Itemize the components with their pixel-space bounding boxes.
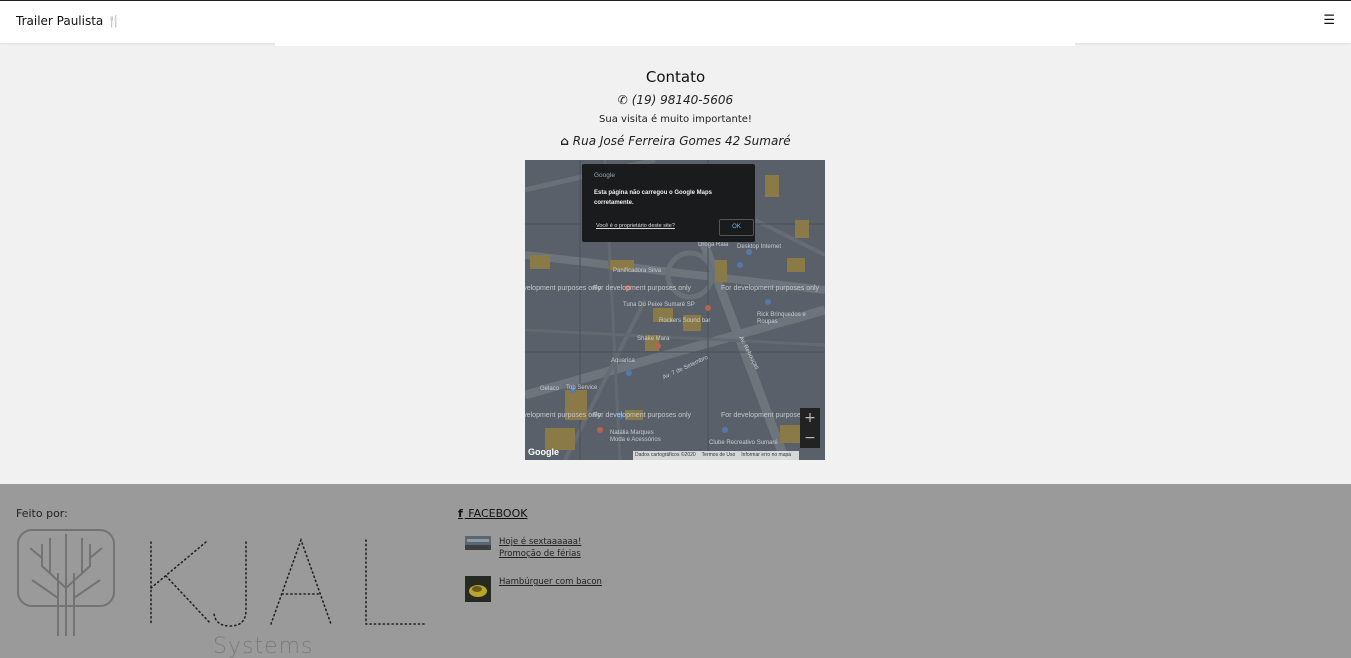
terms-link[interactable]: Termos de Uso: [702, 452, 736, 458]
utensils-icon: 🍴: [107, 15, 121, 28]
logo-subtitle: Systems: [213, 634, 314, 658]
dev-watermark: For development purposes only: [593, 285, 692, 292]
header-divider: [275, 43, 1075, 46]
owner-link[interactable]: Você é o proprietário deste site?: [596, 223, 675, 229]
map-attribution: Dados cartográficos ©2020 Termos de Uso In…: [633, 451, 800, 460]
ok-button[interactable]: OK: [719, 219, 754, 236]
dev-watermark: For development purposes only: [593, 412, 692, 419]
brand-name: Trailer Paulista: [16, 14, 104, 28]
report-error-link[interactable]: Informar erro no mapa: [741, 452, 791, 458]
map-label-top-service: Top Service: [566, 385, 598, 391]
zoom-in-button[interactable]: +: [800, 408, 820, 428]
top-navbar: Trailer Paulista 🍴 ☰: [0, 0, 1351, 43]
map-data-credit: Dados cartográficos ©2020: [635, 452, 696, 458]
address-line: ⌂ Rua José Ferreira Gomes 42 Sumaré: [0, 132, 1351, 150]
map-label-desktop: Desktop Internet: [737, 244, 782, 250]
footer: Feito por: Systems f FACEBOOK Hoje é sex…: [0, 484, 1351, 658]
post-thumbnail: [465, 576, 491, 602]
post-title[interactable]: Hambúrguer com bacon: [499, 577, 602, 587]
visit-text: Sua visita é muito importante!: [599, 114, 752, 125]
google-map[interactable]: Panificadora Silva Tuna Do Peixe Sumaré …: [525, 160, 825, 460]
map-label-gelaco: Gelaco: [540, 386, 560, 392]
map-label-drogaria: Droga Raia: [698, 242, 729, 248]
home-icon: ⌂: [560, 134, 569, 148]
map-label-rick: Rick Brinquedos e Roupas: [757, 312, 806, 325]
map-label-shake: Shake Mara: [637, 336, 670, 342]
phone-line: ✆ (19) 98140-5606: [0, 91, 1351, 109]
map-label-aquarica: Aquarica: [611, 358, 635, 364]
post-thumbnail: [465, 536, 491, 550]
post-title[interactable]: Hoje é sextaaaaaa!: [499, 537, 581, 547]
map-label-panificadora: Panificadora Silva: [613, 268, 662, 274]
facebook-icon: f: [458, 507, 463, 520]
google-logo: Google: [528, 447, 559, 457]
facebook-link[interactable]: f FACEBOOK: [458, 507, 527, 520]
dialog-message: Esta página não carregou o Google Maps c…: [594, 190, 713, 206]
brand-link[interactable]: Trailer Paulista 🍴: [16, 14, 121, 28]
kjal-logo: [17, 529, 425, 636]
facebook-label: FACEBOOK: [464, 507, 528, 520]
made-by-label: Feito por:: [16, 507, 68, 520]
whatsapp-icon: ✆: [617, 93, 628, 107]
map-label-tuna: Tuna Do Peixe Sumaré SP: [623, 302, 695, 308]
address-text: Rua José Ferreira Gomes 42 Sumaré: [572, 134, 791, 148]
map-label-rockers: Rockers Sound bar: [659, 318, 711, 324]
map-label-natalia: Natália Marques Moda e Acessórios: [610, 430, 661, 443]
zoom-controls: + −: [800, 408, 820, 448]
map-label-clube: Clube Recreativo Sumaré: [709, 440, 778, 446]
map-error-dialog: Google Esta página não carregou o Google…: [582, 164, 755, 242]
dialog-google-brand: Google: [594, 172, 615, 179]
phone-number: (19) 98140-5606: [631, 93, 734, 107]
dev-watermark: For development purposes only: [525, 412, 602, 419]
dev-watermark: For development purposes only: [721, 285, 820, 292]
contact-title: Contato: [645, 68, 706, 86]
post-subtitle[interactable]: Promoção de férias: [499, 549, 581, 559]
hamburger-menu-icon[interactable]: ☰: [1323, 13, 1335, 28]
zoom-out-button[interactable]: −: [800, 428, 820, 448]
dev-watermark: For development purposes only: [525, 285, 602, 292]
contact-section: Contato ✆ (19) 98140-5606 Sua visita é m…: [0, 66, 1351, 150]
